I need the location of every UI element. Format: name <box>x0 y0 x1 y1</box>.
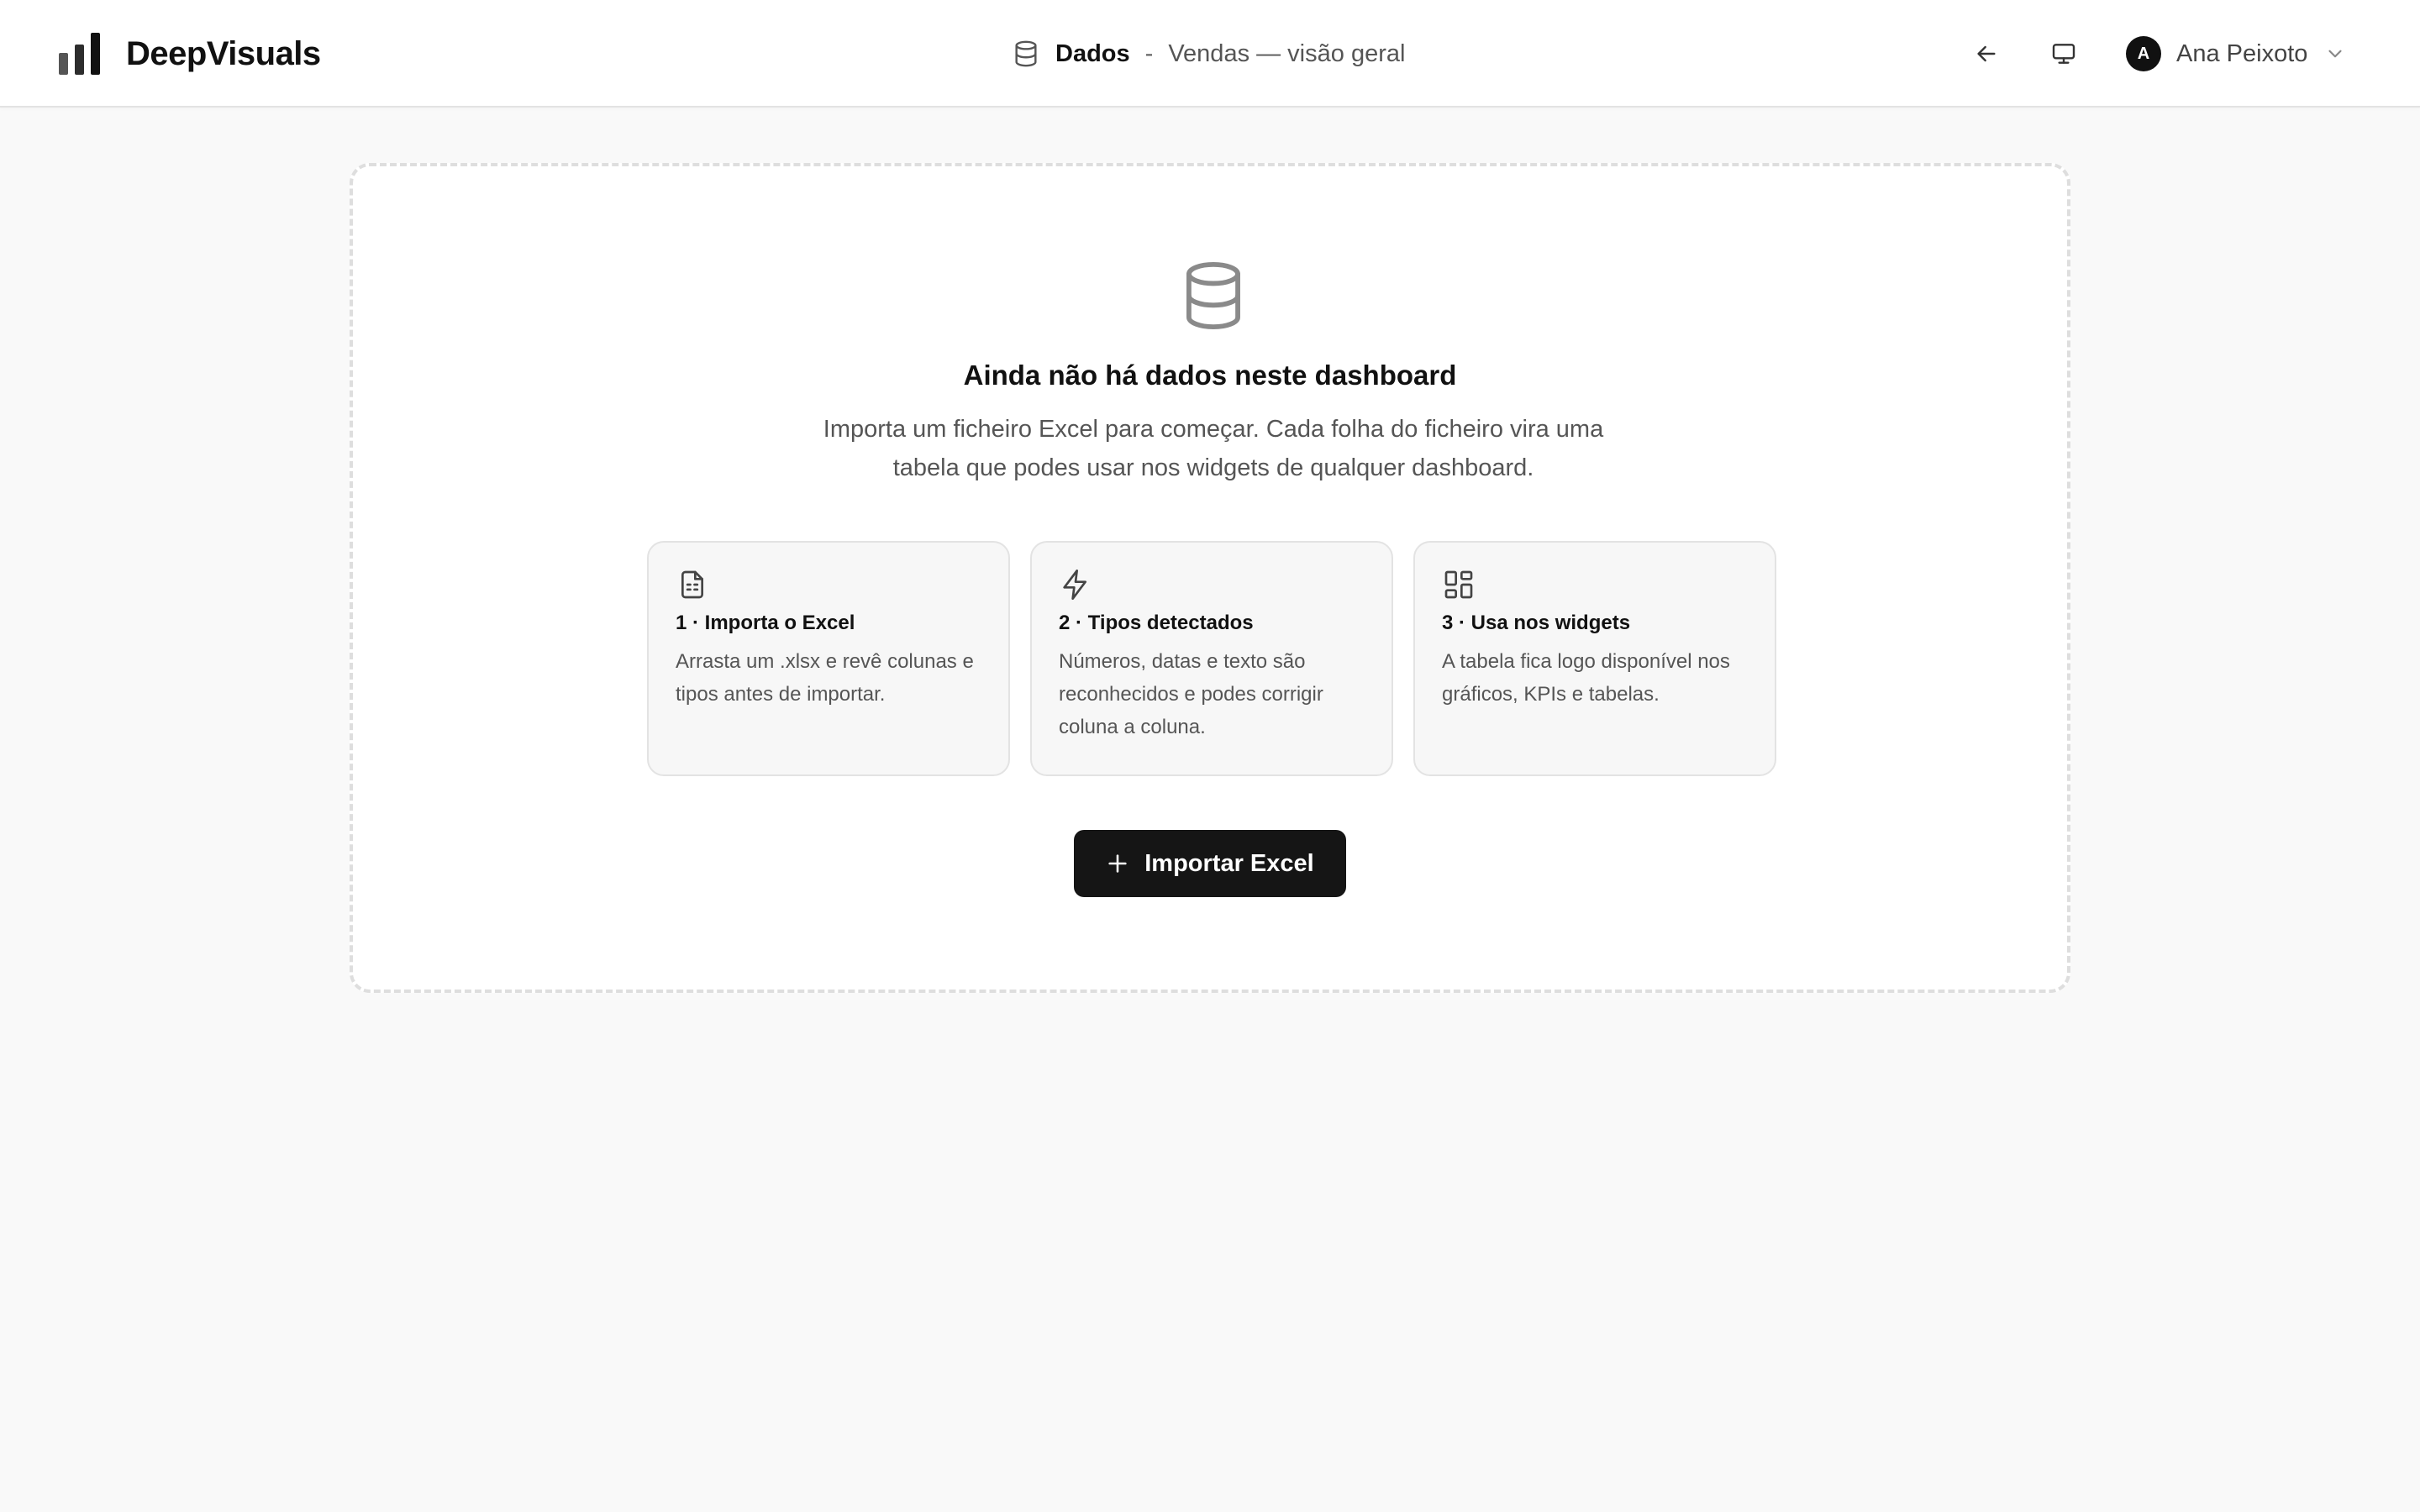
step-title: 3 · Usa nos widgets <box>1442 612 1631 634</box>
plus-icon <box>1108 854 1127 873</box>
top-navigation-bar: DeepVisuals Dados - Vendas — visão geral… <box>0 0 2420 108</box>
file-spreadsheet-icon <box>681 570 703 599</box>
user-name: Ana Peixoto <box>2176 39 2308 67</box>
empty-state-card: Ainda não há dados neste dashboard Impor… <box>350 163 2070 993</box>
lightning-bolt-icon <box>1063 570 1086 600</box>
arrow-left-icon <box>1977 45 1996 62</box>
monitor-icon <box>2052 44 2075 64</box>
back-button[interactable] <box>1963 30 2010 77</box>
empty-state-description: Importa um ficheiro Excel para começar. … <box>823 416 1604 481</box>
step-description: Arrasta um .xlsx e revê colunas e tipos … <box>676 650 974 706</box>
avatar: A <box>2126 36 2161 71</box>
import-excel-button[interactable]: Importar Excel <box>1074 830 1346 897</box>
present-mode-button[interactable] <box>2040 30 2087 77</box>
import-excel-label: Importar Excel <box>1144 849 1314 877</box>
brand[interactable]: DeepVisuals <box>59 32 321 76</box>
breadcrumb-separator: - <box>1144 39 1154 67</box>
layout-grid-icon <box>1444 570 1473 599</box>
database-icon <box>1015 40 1037 67</box>
chevron-down-icon <box>2328 50 2342 58</box>
step-title: 1 · Importa o Excel <box>676 612 855 634</box>
onboarding-steps: 1 · Importa o Excel Arrasta um .xlsx e r… <box>647 541 1776 776</box>
breadcrumb-section[interactable]: Dados <box>1055 40 1130 68</box>
app-name: DeepVisuals <box>126 34 321 72</box>
user-menu[interactable]: A Ana Peixoto <box>2126 34 2346 74</box>
step-description: A tabela fica logo disponível nos gráfic… <box>1442 650 1730 706</box>
breadcrumb: Dados - Vendas — visão geral <box>1012 34 1405 74</box>
database-icon <box>1186 261 1240 330</box>
empty-state-title: Ainda não há dados neste dashboard <box>963 360 1457 391</box>
step-description: Números, datas e texto são reconhecidos … <box>1059 650 1323 738</box>
step-card-types: 2 · Tipos detectados Números, datas e te… <box>1030 541 1393 776</box>
step-card-widgets: 3 · Usa nos widgets A tabela fica logo d… <box>1413 541 1776 776</box>
step-title: 2 · Tipos detectados <box>1059 612 1254 634</box>
breadcrumb-page: Vendas — visão geral <box>1168 39 1406 67</box>
step-card-import: 1 · Importa o Excel Arrasta um .xlsx e r… <box>647 541 1010 776</box>
bar-chart-logo-icon <box>59 33 100 75</box>
